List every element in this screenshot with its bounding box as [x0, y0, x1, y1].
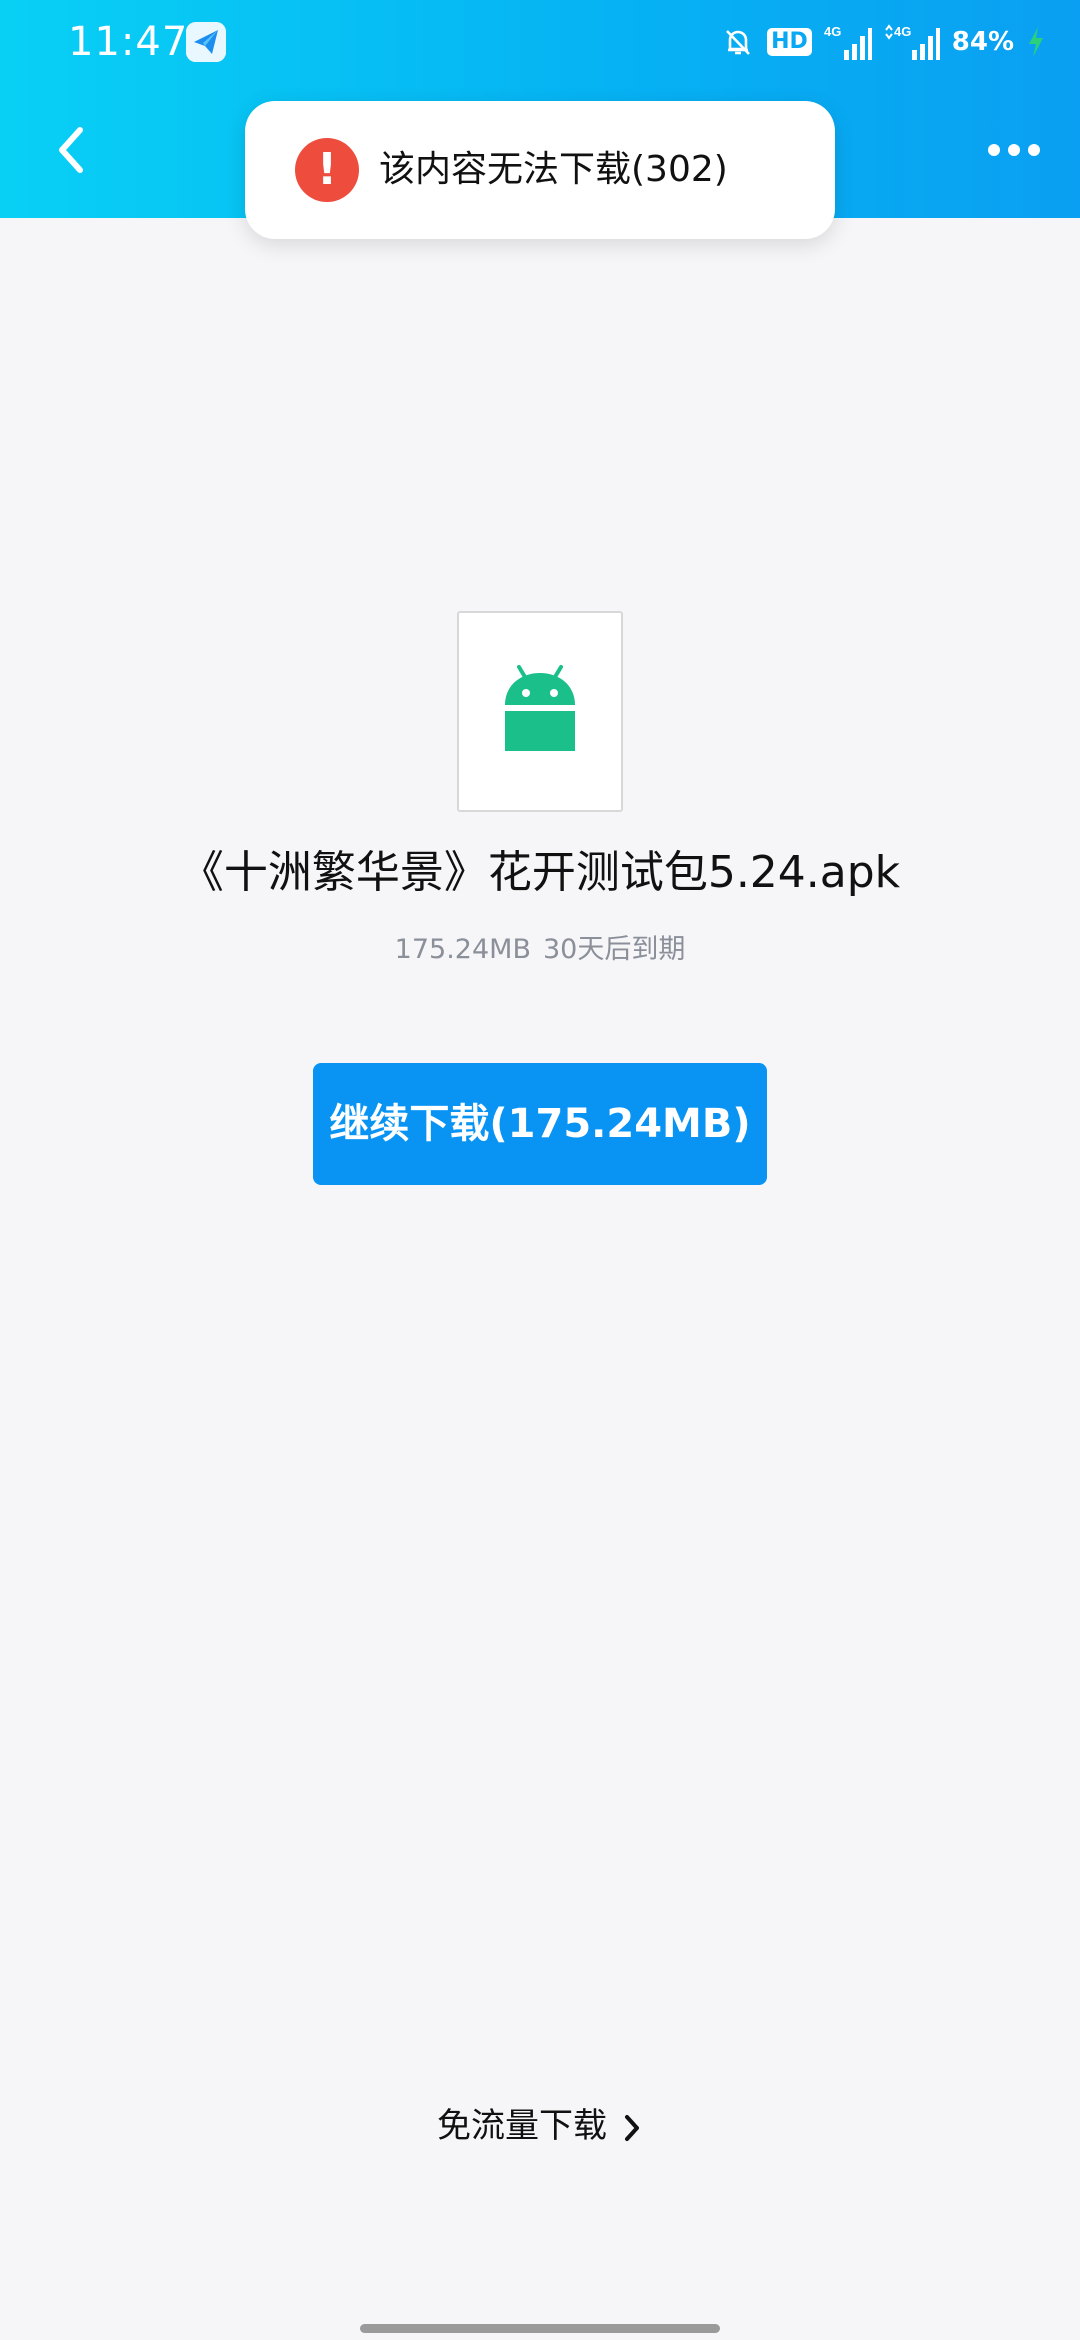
free-data-download-label: 免流量下载: [437, 2106, 607, 2146]
signal-4g-2-icon: 4G: [884, 24, 940, 60]
toast-message: 该内容无法下载(302): [379, 149, 728, 190]
battery-level: 84%: [951, 27, 1014, 57]
charging-icon: [1029, 27, 1043, 57]
free-data-download-link[interactable]: 免流量下载: [0, 2098, 1080, 2154]
home-indicator[interactable]: [360, 2324, 720, 2333]
file-type-icon: [457, 611, 623, 812]
android-icon: [505, 665, 575, 751]
hd-badge: HD: [767, 28, 812, 56]
file-name: 《十洲繁华景》花开测试包5.24.apk: [179, 847, 901, 898]
continue-download-button[interactable]: 继续下载(175.24MB): [313, 1063, 767, 1185]
silent-bell-icon: [726, 30, 751, 55]
file-expiry: 30天后到期: [542, 934, 686, 965]
chevron-right-icon: [625, 2114, 639, 2141]
file-meta: 175.24MB 30天后到期: [0, 930, 1080, 970]
status-time: 11:47: [68, 19, 189, 65]
back-arrow-icon: [59, 127, 83, 173]
more-dots-icon: [988, 144, 1040, 156]
app-notification-icon: [186, 22, 226, 62]
svg-text:4G: 4G: [894, 24, 911, 39]
file-size: 175.24MB: [394, 934, 531, 965]
svg-text:4G: 4G: [824, 24, 841, 39]
back-button[interactable]: [40, 110, 110, 190]
error-toast: ! 该内容无法下载(302): [245, 101, 835, 239]
more-options-button[interactable]: [974, 122, 1054, 178]
error-icon: !: [295, 138, 359, 202]
status-icons: HD 4G 4G 84%: [721, 18, 1046, 66]
signal-4g-icon: 4G: [824, 24, 872, 60]
